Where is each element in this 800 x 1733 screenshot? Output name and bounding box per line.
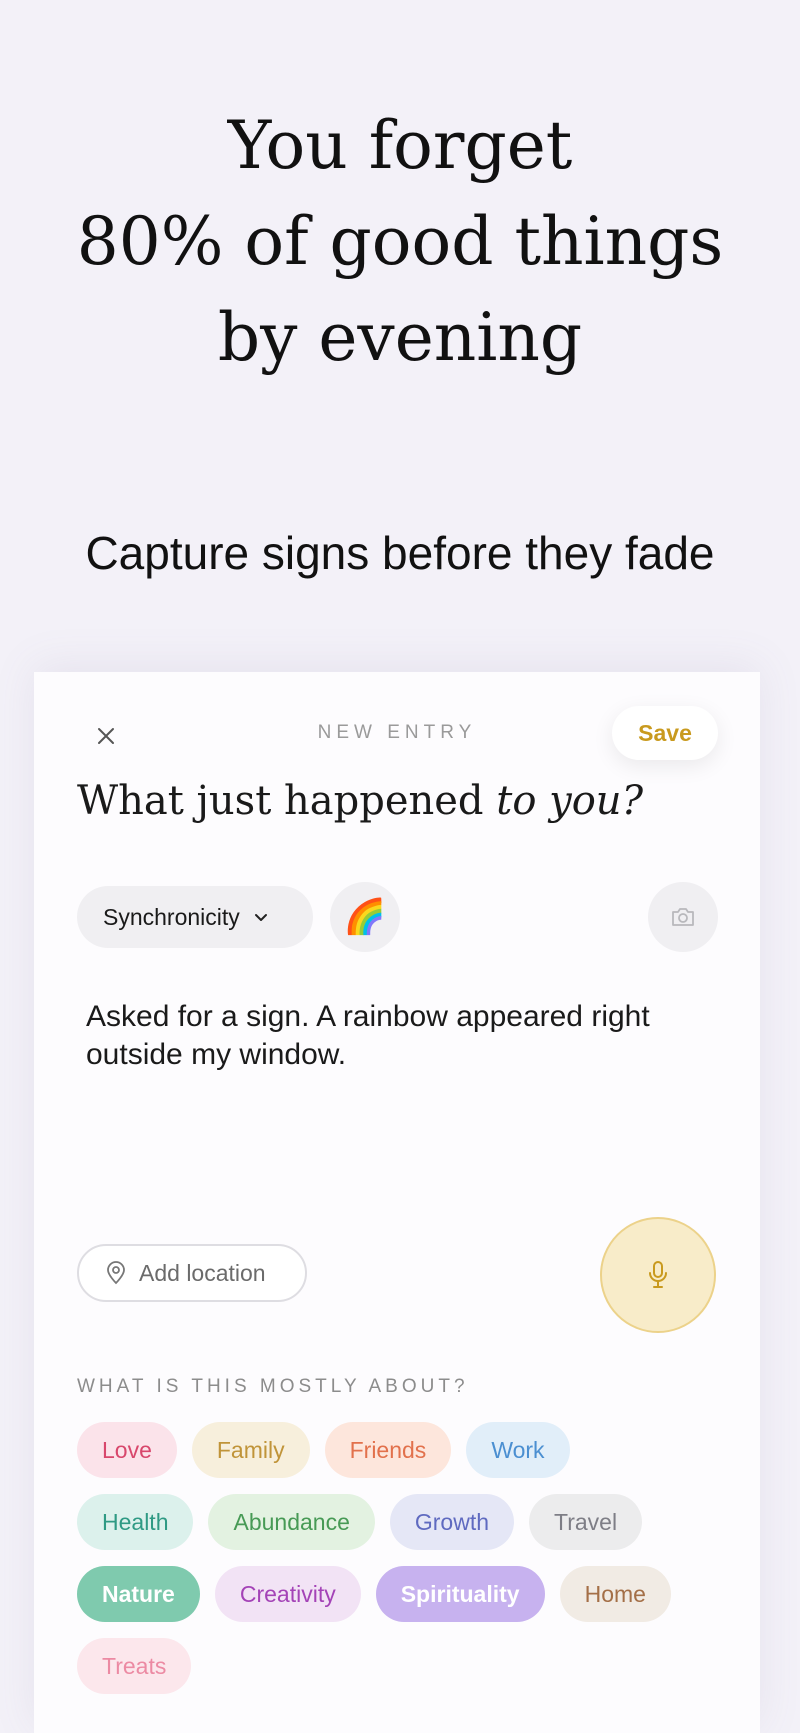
entry-textarea[interactable]: Asked for a sign. A rainbow appeared rig… (86, 998, 716, 1158)
rainbow-icon: 🌈 (343, 898, 387, 936)
tag-row: Love Family Friends Work (77, 1422, 717, 1478)
headline: You forget 80% of good things by evening (0, 98, 800, 386)
tag-family[interactable]: Family (191, 1422, 310, 1478)
tag-abundance[interactable]: Abundance (208, 1494, 375, 1550)
tag-creativity[interactable]: Creativity (214, 1566, 361, 1622)
tag-love[interactable]: Love (77, 1422, 177, 1478)
entry-type-select[interactable]: Synchronicity (77, 886, 313, 948)
tag-work[interactable]: Work (466, 1422, 570, 1478)
tag-treats[interactable]: Treats (77, 1638, 192, 1694)
add-location-label: Add location (139, 1259, 266, 1286)
location-pin-icon (105, 1261, 127, 1285)
tag-nature[interactable]: Nature (77, 1566, 200, 1622)
entry-type-value: Synchronicity (103, 903, 240, 930)
tag-friends[interactable]: Friends (324, 1422, 452, 1478)
camera-button[interactable] (648, 882, 718, 952)
save-button[interactable]: Save (612, 706, 718, 760)
tag-health[interactable]: Health (77, 1494, 194, 1550)
headline-line: 80% of good things (76, 203, 724, 280)
headline-line: You forget (227, 107, 573, 184)
subtitle: Capture signs before they fade (85, 527, 715, 579)
tag-spirituality[interactable]: Spirituality (375, 1566, 545, 1622)
tag-home[interactable]: Home (559, 1566, 671, 1622)
new-entry-card: NEW ENTRY Save What just happened to you… (34, 672, 760, 1733)
question-prefix: What just happened (77, 778, 497, 824)
category-tags: Love Family Friends Work Health Abundanc… (77, 1422, 717, 1710)
tag-row: Nature Creativity Spirituality Home (77, 1566, 717, 1622)
category-section-label: WHAT IS THIS MOSTLY ABOUT? (77, 1376, 469, 1397)
tag-row: Treats (77, 1638, 717, 1694)
voice-record-button[interactable] (600, 1217, 716, 1333)
emoji-picker-button[interactable]: 🌈 (330, 882, 400, 952)
question-emphasis: to you? (496, 778, 644, 824)
microphone-icon (646, 1260, 670, 1290)
entry-question: What just happened to you? (77, 778, 643, 824)
headline-line: by evening (217, 299, 583, 376)
chevron-down-icon (252, 908, 270, 926)
add-location-button[interactable]: Add location (77, 1244, 307, 1302)
tag-row: Health Abundance Growth Travel (77, 1494, 717, 1550)
tag-travel[interactable]: Travel (529, 1494, 643, 1550)
tag-growth[interactable]: Growth (389, 1494, 515, 1550)
camera-icon (670, 906, 696, 928)
